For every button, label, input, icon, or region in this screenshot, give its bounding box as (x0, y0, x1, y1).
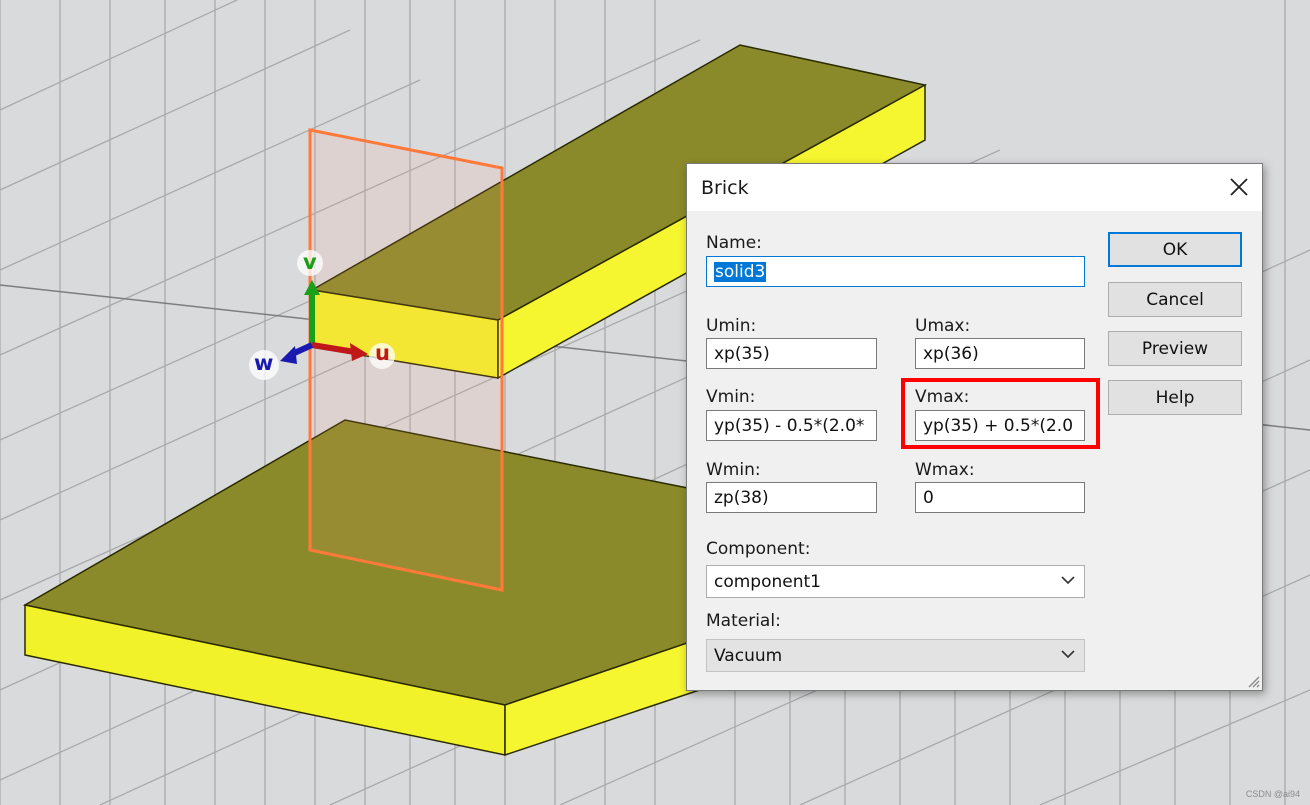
wmin-label: Wmin: (706, 460, 761, 480)
material-value: Vacuum (714, 646, 783, 666)
umin-label: Umin: (706, 316, 757, 336)
umax-field[interactable]: xp(36) (915, 338, 1085, 369)
watermark: CSDN @ai94 (1245, 789, 1300, 799)
cancel-button[interactable]: Cancel (1108, 282, 1242, 317)
wmax-label: Wmax: (915, 460, 975, 480)
name-value: solid3 (714, 262, 767, 282)
vmin-field[interactable]: yp(35) - 0.5*(2.0* (706, 410, 877, 441)
umin-field[interactable]: xp(35) (706, 338, 877, 369)
ok-button[interactable]: OK (1108, 232, 1242, 267)
material-label: Material: (706, 611, 781, 631)
close-icon (1230, 178, 1248, 196)
wmax-field[interactable]: 0 (915, 482, 1085, 513)
component-label: Component: (706, 539, 811, 559)
material-select[interactable]: Vacuum (706, 639, 1085, 672)
help-button[interactable]: Help (1108, 380, 1242, 415)
name-label: Name: (706, 233, 762, 253)
axis-label-u: u (375, 341, 390, 365)
name-field[interactable]: solid3 (706, 256, 1085, 287)
chevron-down-icon (1061, 576, 1075, 585)
dialog-titlebar[interactable]: Brick (687, 164, 1262, 211)
brick-preview-outline (308, 128, 504, 592)
component-value: component1 (714, 572, 821, 592)
resize-grip-icon[interactable] (1246, 674, 1260, 688)
component-select[interactable]: component1 (706, 565, 1085, 598)
vmax-label: Vmax: (915, 387, 970, 407)
brick-dialog: Brick Name: solid3 Umin: xp(35) Umax: xp… (686, 163, 1263, 691)
wmin-field[interactable]: zp(38) (706, 482, 877, 513)
preview-button[interactable]: Preview (1108, 331, 1242, 366)
close-button[interactable] (1216, 164, 1262, 210)
vmin-label: Vmin: (706, 387, 756, 407)
dialog-title: Brick (701, 177, 749, 199)
axis-label-v: v (303, 250, 317, 274)
chevron-down-icon (1061, 650, 1075, 659)
axis-label-w: w (254, 351, 274, 375)
vmax-field[interactable]: yp(35) + 0.5*(2.0 (915, 410, 1085, 441)
umax-label: Umax: (915, 316, 971, 336)
